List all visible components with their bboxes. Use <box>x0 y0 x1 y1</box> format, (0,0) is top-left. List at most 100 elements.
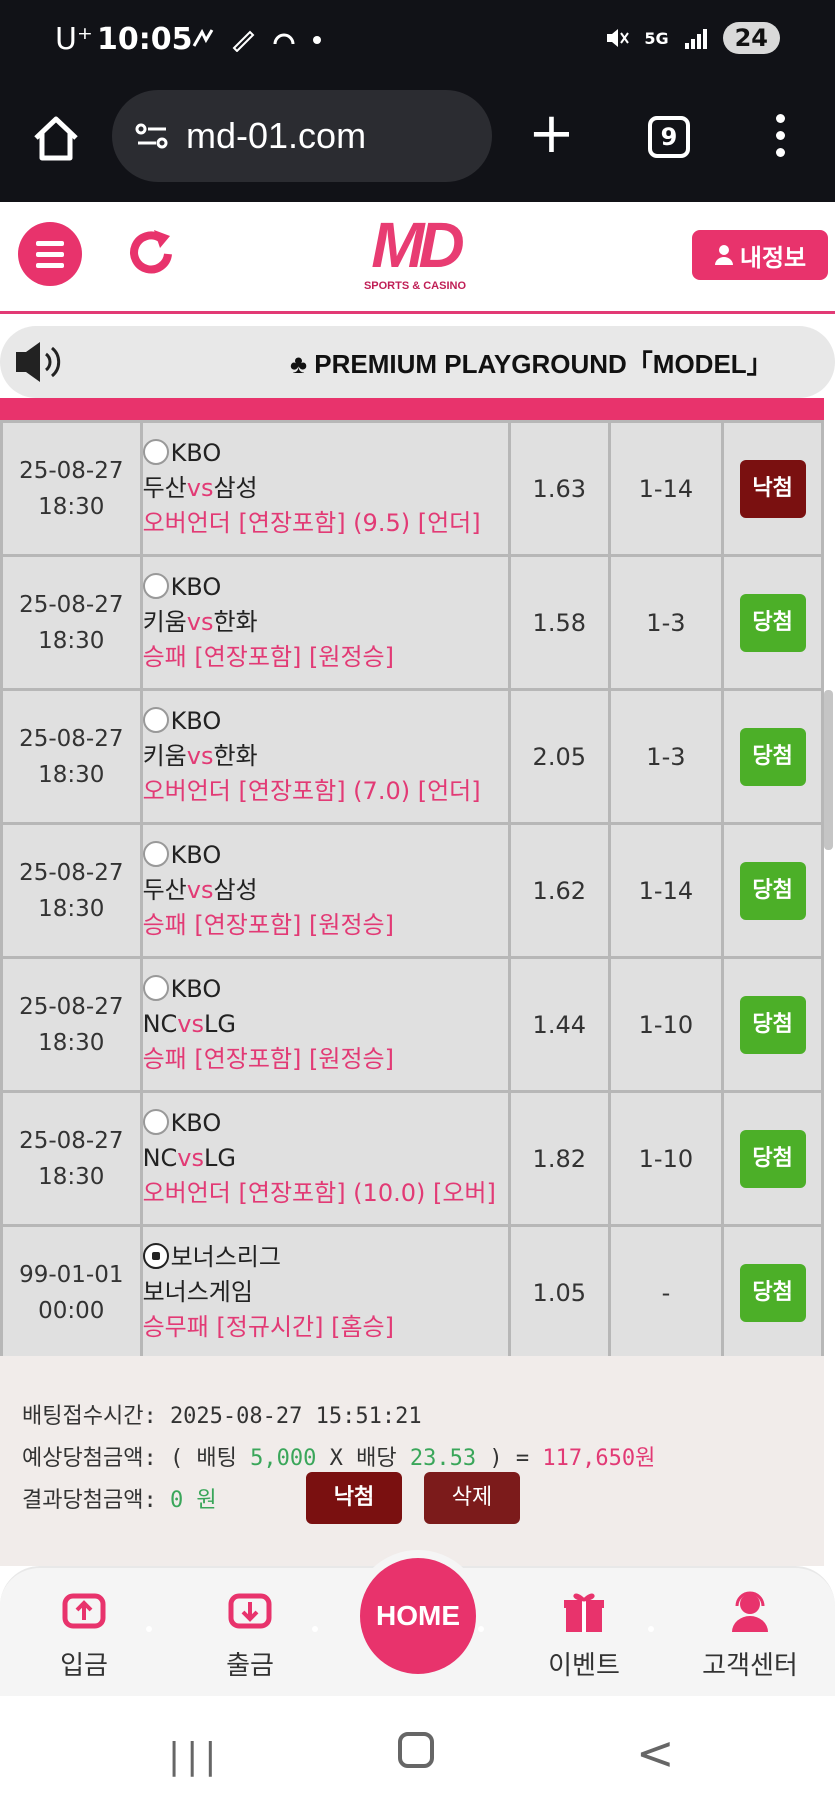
system-navigation-bar: ||| < <box>0 1696 835 1809</box>
my-info-button[interactable]: 내정보 <box>692 230 828 280</box>
result-badge: 당첨 <box>739 1263 806 1322</box>
result-badge: 낙첨 <box>739 459 806 518</box>
bet-match-cell: KBO NCvsLG 승패 [연장포함] [원정승] <box>139 956 511 1093</box>
league-name: KBO <box>170 707 222 735</box>
nav-separator-dot <box>312 1626 318 1632</box>
bet-row: 25-08-27 18:30 KBO NCvsLG 오버언더 [연장포함] (10.0)… <box>0 1090 824 1227</box>
bet-result-cell: 낙첨 <box>721 420 824 557</box>
site-settings-icon[interactable] <box>134 121 170 151</box>
bet-match-cell: KBO 두산vs삼성 승패 [연장포함] [원정승] <box>139 822 511 959</box>
bet-match-cell: KBO NCvsLG 오버언더 [연장포함] (10.0) [오버] <box>139 1090 511 1227</box>
recent-apps-icon[interactable]: ||| <box>168 1736 222 1777</box>
nav-support[interactable]: 고객센터 <box>690 1588 810 1682</box>
bet-score: 1-14 <box>607 822 725 959</box>
vs-label: vs <box>177 1144 204 1172</box>
bet-date-cell: 25-08-27 18:30 <box>0 956 143 1093</box>
dot-icon <box>312 36 321 44</box>
tab-switcher-button[interactable]: 9 <box>648 116 690 158</box>
back-icon[interactable]: < <box>636 1726 675 1780</box>
bet-score: 1-3 <box>607 554 725 691</box>
bet-result-cell: 당첨 <box>721 1090 824 1227</box>
expected-close: ) = <box>489 1446 530 1471</box>
expected-win-label: 예상당첨금액: <box>22 1446 157 1471</box>
refresh-icon[interactable] <box>124 226 178 280</box>
carrier-label: U⁺ <box>55 22 93 57</box>
bet-market: 승무패 [정규시간] [홈승] <box>142 1313 394 1341</box>
nav-home-button[interactable]: HOME <box>352 1550 484 1682</box>
lose-status-button[interactable]: 낙첨 <box>306 1472 402 1524</box>
gesture-icon <box>192 28 214 47</box>
table-top-strip <box>0 398 824 420</box>
bet-time: 18:30 <box>38 761 105 788</box>
baseball-icon <box>142 439 169 465</box>
nav-event-label: 이벤트 <box>548 1651 620 1681</box>
bet-amount: 5,000 <box>250 1446 317 1471</box>
home-icon[interactable] <box>30 112 82 164</box>
bet-date: 99-01-01 <box>19 1261 124 1288</box>
vs-label: vs <box>186 474 214 502</box>
headset-icon <box>273 33 295 45</box>
more-menu-icon[interactable] <box>768 114 792 157</box>
bet-time: 18:30 <box>38 1163 105 1190</box>
baseball-icon <box>142 707 169 733</box>
bet-row: 25-08-27 18:30 KBO NCvsLG 승패 [연장포함] [원정승] 1.4… <box>0 956 824 1093</box>
new-tab-button[interactable]: + <box>528 106 575 162</box>
vs-label: vs <box>186 742 214 770</box>
baseball-icon <box>142 573 169 599</box>
nav-separator-dot <box>146 1626 152 1632</box>
logo-subtitle: SPORTS & CASINO <box>363 280 467 292</box>
accept-time-label: 배팅접수시간: <box>22 1404 157 1429</box>
home-team: 두산 <box>142 876 187 904</box>
nav-withdraw-label: 출금 <box>226 1651 274 1681</box>
home-team: NC <box>142 1144 178 1172</box>
support-agent-icon <box>732 1591 768 1632</box>
bet-match-cell: KBO 키움vs한화 오버언더 [연장포함] (7.0) [언더] <box>139 688 511 825</box>
home-team: 두산 <box>142 474 187 502</box>
baseball-icon <box>142 975 169 1001</box>
bet-row: 25-08-27 18:30 KBO 두산vs삼성 승패 [연장포함] [원정승] 1.6… <box>0 822 824 959</box>
system-home-icon[interactable] <box>398 1732 434 1768</box>
bet-date-cell: 25-08-27 18:30 <box>0 822 143 959</box>
accept-time-value: 2025-08-27 15:51:21 <box>169 1404 422 1429</box>
nav-withdraw[interactable]: 출금 <box>190 1588 310 1682</box>
nav-deposit[interactable]: 입금 <box>24 1588 144 1682</box>
pen-icon <box>232 30 255 53</box>
url-text[interactable]: md-01.com <box>186 115 366 157</box>
bet-result-cell: 당첨 <box>721 822 824 959</box>
browser-toolbar: md-01.com + 9 <box>0 86 835 202</box>
expected-win-row: 예상당첨금액: ( 배팅 5,000 X 배당 23.53 ) = 117,65… <box>22 1438 824 1480</box>
bet-odds: 1.05 <box>507 1224 611 1361</box>
page-scrollbar[interactable] <box>824 690 833 850</box>
nav-event[interactable]: 이벤트 <box>524 1588 644 1682</box>
delete-button[interactable]: 삭제 <box>424 1472 520 1524</box>
bet-date: 25-08-27 <box>19 859 124 886</box>
bet-result-cell: 당첨 <box>721 1224 824 1361</box>
signal-icon <box>684 29 707 49</box>
bottom-navigation: 입금 출금 HOME 이벤트 고객센터 <box>0 1550 835 1696</box>
menu-button[interactable] <box>18 222 82 286</box>
bet-score: 1-10 <box>607 956 725 1093</box>
bet-date-cell: 25-08-27 18:30 <box>0 1090 143 1227</box>
league-name: 보너스리그 <box>170 1243 281 1271</box>
home-team: 키움 <box>142 608 187 636</box>
bet-date: 25-08-27 <box>19 725 124 752</box>
bet-time: 18:30 <box>38 1029 105 1056</box>
away-team: 삼성 <box>213 474 258 502</box>
network-label: 5G <box>644 28 669 48</box>
league-name: KBO <box>170 841 222 869</box>
bet-match-cell: KBO 키움vs한화 승패 [연장포함] [원정승] <box>139 554 511 691</box>
away-team: LG <box>204 1144 236 1172</box>
home-team: 보너스게임 <box>142 1278 253 1306</box>
bet-odds: 1.63 <box>507 420 611 557</box>
result-badge: 당첨 <box>739 995 806 1054</box>
bet-score: 1-14 <box>607 420 725 557</box>
away-team: 삼성 <box>213 876 258 904</box>
address-bar[interactable]: md-01.com <box>112 90 492 182</box>
bet-summary: 배팅접수시간: 2025-08-27 15:51:21 예상당첨금액: ( 배팅… <box>0 1356 824 1566</box>
site-logo[interactable]: MD SPORTS & CASINO <box>360 210 470 306</box>
bet-row: 25-08-27 18:30 KBO 키움vs한화 오버언더 [연장포함] (7.0) … <box>0 688 824 825</box>
result-amount: 0 원 <box>169 1488 217 1513</box>
times-label: X 배당 <box>329 1446 397 1471</box>
bet-date-cell: 25-08-27 18:30 <box>0 554 143 691</box>
bet-time: 18:30 <box>38 627 105 654</box>
